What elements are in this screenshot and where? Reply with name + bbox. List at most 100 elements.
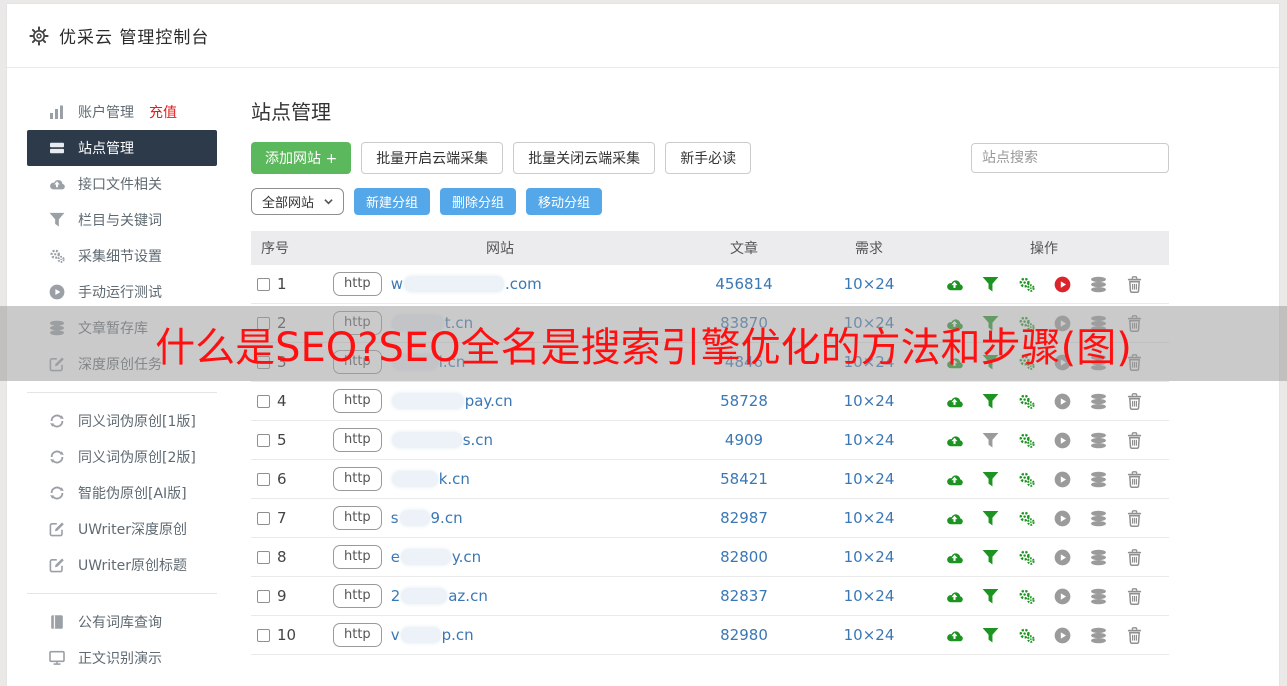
site-link[interactable]: w .com: [391, 275, 542, 293]
trash-icon[interactable]: [1126, 276, 1143, 293]
filter-icon[interactable]: [982, 276, 999, 293]
articles-count[interactable]: 82980: [669, 626, 819, 644]
sidebar-item-cloud-接口文件相关[interactable]: 接口文件相关: [27, 166, 217, 202]
trash-icon[interactable]: [1126, 432, 1143, 449]
play-icon[interactable]: [1054, 588, 1071, 605]
filter-icon[interactable]: [982, 432, 999, 449]
play-icon[interactable]: [1054, 549, 1071, 566]
trash-icon[interactable]: [1126, 393, 1143, 410]
sidebar-item-funnel-栏目与关键词[interactable]: 栏目与关键词: [27, 202, 217, 238]
sidebar-item-edit-UWriter原创标题[interactable]: UWriter原创标题: [27, 547, 217, 583]
site-link[interactable]: k.cn: [391, 470, 470, 488]
trash-icon[interactable]: [1126, 588, 1143, 605]
articles-count[interactable]: 456814: [669, 275, 819, 293]
filter-icon[interactable]: [982, 510, 999, 527]
site-link[interactable]: e y.cn: [391, 548, 482, 566]
http-button[interactable]: http: [333, 272, 382, 296]
play-icon[interactable]: [1054, 471, 1071, 488]
articles-count[interactable]: 58728: [669, 392, 819, 410]
articles-count[interactable]: 82800: [669, 548, 819, 566]
row-checkbox[interactable]: [257, 473, 270, 486]
new-group-button[interactable]: 新建分组: [354, 188, 430, 215]
filter-icon[interactable]: [982, 393, 999, 410]
sidebar-item-list-站点管理[interactable]: 站点管理: [27, 130, 217, 166]
database-icon[interactable]: [1090, 276, 1107, 293]
sidebar-item-edit-UWriter深度原创[interactable]: UWriter深度原创: [27, 511, 217, 547]
filter-icon[interactable]: [982, 588, 999, 605]
http-button[interactable]: http: [333, 584, 382, 608]
site-link[interactable]: 2 az.cn: [391, 587, 488, 605]
cloud-upload-icon[interactable]: [946, 276, 963, 293]
settings-gears-icon[interactable]: [1018, 471, 1035, 488]
articles-count[interactable]: 82837: [669, 587, 819, 605]
articles-count[interactable]: 58421: [669, 470, 819, 488]
site-link[interactable]: s 9.cn: [391, 509, 463, 527]
add-site-button[interactable]: 添加网站 +: [251, 142, 351, 174]
sidebar-item-monitor-正文识别演示[interactable]: 正文识别演示: [27, 640, 217, 676]
batch-start-collect-button[interactable]: 批量开启云端采集: [361, 142, 503, 174]
database-icon[interactable]: [1090, 471, 1107, 488]
recharge-badge[interactable]: 充值: [149, 102, 177, 122]
row-checkbox[interactable]: [257, 434, 270, 447]
settings-gears-icon[interactable]: [1018, 627, 1035, 644]
batch-stop-collect-button[interactable]: 批量关闭云端采集: [513, 142, 655, 174]
cloud-upload-icon[interactable]: [946, 432, 963, 449]
sidebar-item-gears-采集细节设置[interactable]: 采集细节设置: [27, 238, 217, 274]
row-checkbox[interactable]: [257, 629, 270, 642]
http-button[interactable]: http: [333, 428, 382, 452]
database-icon[interactable]: [1090, 549, 1107, 566]
cloud-upload-icon[interactable]: [946, 549, 963, 566]
sidebar-item-refresh-智能伪原创[AI版][interactable]: 智能伪原创[AI版]: [27, 475, 217, 511]
sidebar-item-bars-账户管理[interactable]: 账户管理充值: [27, 94, 217, 130]
newbie-guide-button[interactable]: 新手必读: [665, 142, 751, 174]
play-icon[interactable]: [1054, 393, 1071, 410]
filter-icon[interactable]: [982, 471, 999, 488]
http-button[interactable]: http: [333, 623, 382, 647]
settings-gears-icon[interactable]: [1018, 276, 1035, 293]
sidebar-item-refresh-同义词伪原创[2版][interactable]: 同义词伪原创[2版]: [27, 439, 217, 475]
settings-gears-icon[interactable]: [1018, 588, 1035, 605]
play-icon[interactable]: [1054, 510, 1071, 527]
row-checkbox[interactable]: [257, 551, 270, 564]
database-icon[interactable]: [1090, 510, 1107, 527]
database-icon[interactable]: [1090, 393, 1107, 410]
group-select[interactable]: 全部网站: [251, 188, 344, 215]
database-icon[interactable]: [1090, 627, 1107, 644]
row-checkbox[interactable]: [257, 278, 270, 291]
articles-count[interactable]: 82987: [669, 509, 819, 527]
cloud-upload-icon[interactable]: [946, 627, 963, 644]
trash-icon[interactable]: [1126, 627, 1143, 644]
database-icon[interactable]: [1090, 432, 1107, 449]
row-checkbox[interactable]: [257, 512, 270, 525]
cloud-upload-icon[interactable]: [946, 510, 963, 527]
filter-icon[interactable]: [982, 549, 999, 566]
sidebar-item-play-手动运行测试[interactable]: 手动运行测试: [27, 274, 217, 310]
move-group-button[interactable]: 移动分组: [526, 188, 602, 215]
cloud-upload-icon[interactable]: [946, 393, 963, 410]
row-checkbox[interactable]: [257, 395, 270, 408]
http-button[interactable]: http: [333, 545, 382, 569]
trash-icon[interactable]: [1126, 549, 1143, 566]
http-button[interactable]: http: [333, 506, 382, 530]
play-icon[interactable]: [1054, 432, 1071, 449]
trash-icon[interactable]: [1126, 510, 1143, 527]
cloud-upload-icon[interactable]: [946, 471, 963, 488]
sidebar-item-refresh-同义词伪原创[1版][interactable]: 同义词伪原创[1版]: [27, 403, 217, 439]
sidebar-item-book-公有词库查询[interactable]: 公有词库查询: [27, 604, 217, 640]
site-link[interactable]: v p.cn: [391, 626, 474, 644]
row-checkbox[interactable]: [257, 590, 270, 603]
http-button[interactable]: http: [333, 467, 382, 491]
play-icon[interactable]: [1054, 627, 1071, 644]
site-search-input[interactable]: [971, 143, 1169, 173]
filter-icon[interactable]: [982, 627, 999, 644]
cloud-upload-icon[interactable]: [946, 588, 963, 605]
play-icon[interactable]: [1054, 276, 1071, 293]
site-link[interactable]: pay.cn: [391, 392, 513, 410]
settings-gears-icon[interactable]: [1018, 549, 1035, 566]
site-link[interactable]: s.cn: [391, 431, 493, 449]
settings-gears-icon[interactable]: [1018, 393, 1035, 410]
articles-count[interactable]: 4909: [669, 431, 819, 449]
database-icon[interactable]: [1090, 588, 1107, 605]
http-button[interactable]: http: [333, 389, 382, 413]
settings-gears-icon[interactable]: [1018, 510, 1035, 527]
